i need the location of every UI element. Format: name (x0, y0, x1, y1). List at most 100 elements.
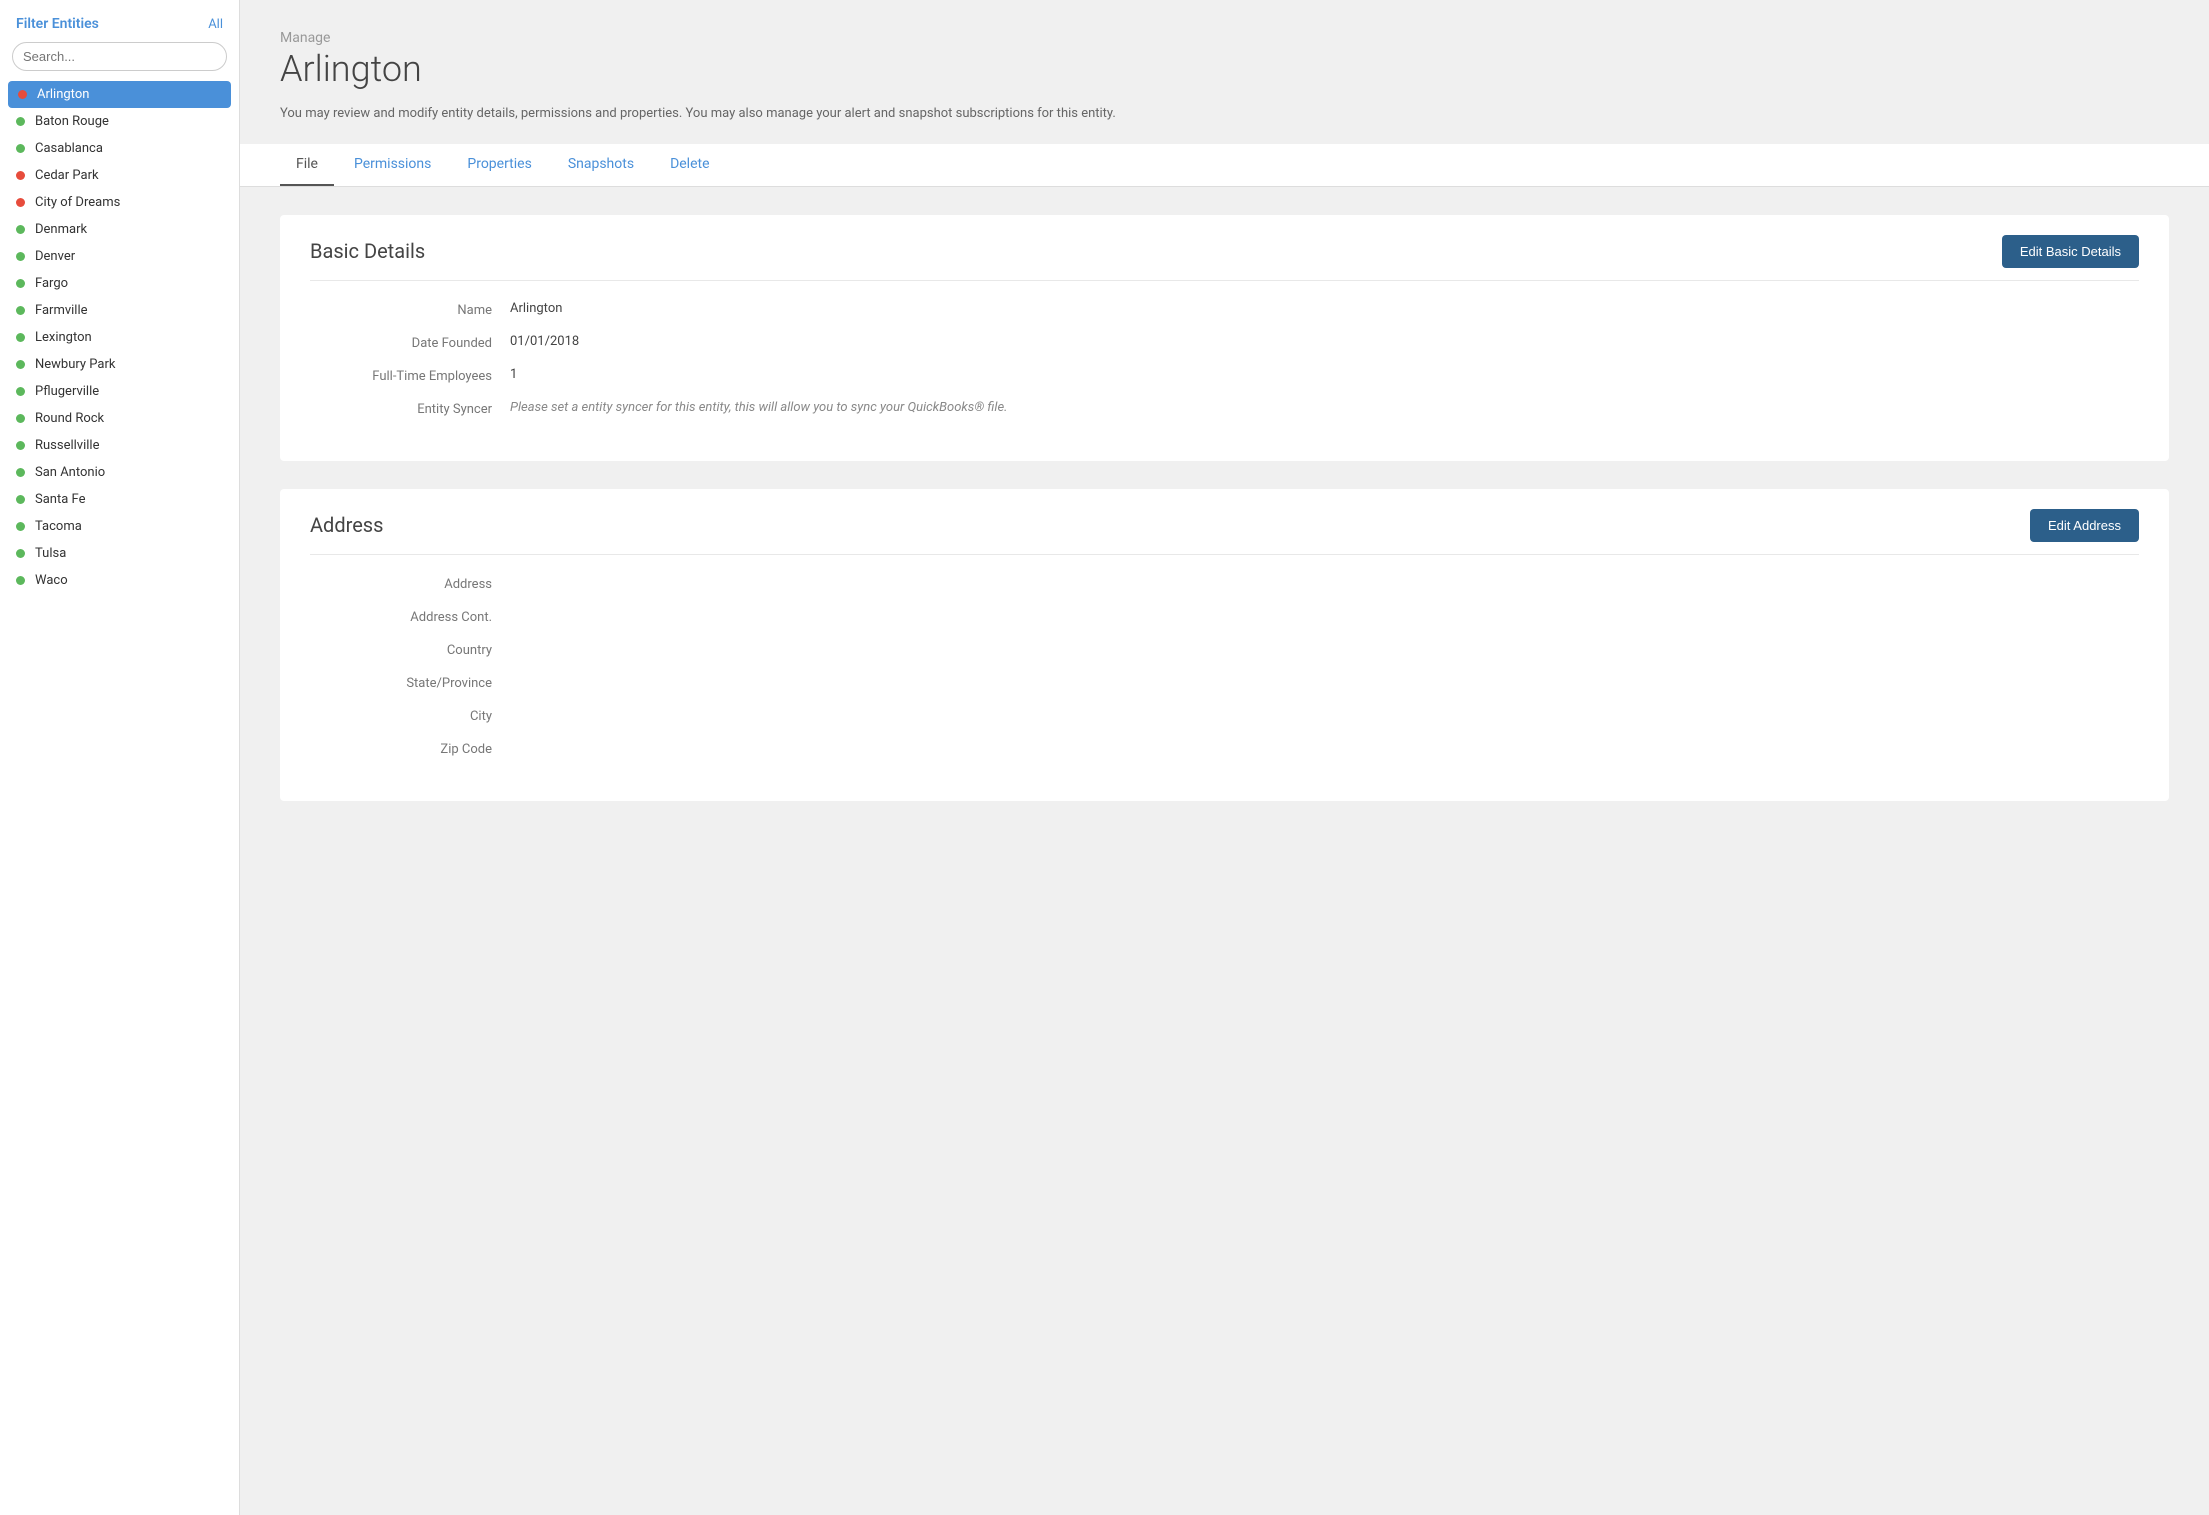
entity-dot (18, 90, 27, 99)
search-input[interactable] (12, 42, 227, 71)
sidebar-item-arlington[interactable]: Arlington (8, 81, 231, 108)
entity-dot (16, 117, 25, 126)
address-section: Address Edit Address Address Address Cont… (280, 489, 2169, 801)
entity-dot (16, 333, 25, 342)
entity-dot (16, 522, 25, 531)
sidebar-item-denmark[interactable]: Denmark (0, 216, 239, 243)
sidebar-item-tacoma[interactable]: Tacoma (0, 513, 239, 540)
sidebar-item-russellville[interactable]: Russellville (0, 432, 239, 459)
entity-name: Santa Fe (35, 492, 85, 507)
entity-name: Round Rock (35, 411, 104, 426)
page-subtitle: Manage (280, 30, 2169, 46)
field-row: Date Founded01/01/2018 (310, 334, 2139, 351)
field-value: Please set a entity syncer for this enti… (510, 400, 2139, 415)
main-content: Manage Arlington You may review and modi… (240, 0, 2209, 1515)
entity-dot (16, 441, 25, 450)
entity-dot (16, 279, 25, 288)
address-fields: Address Address Cont. Country State/Provinc… (310, 575, 2139, 757)
entity-name: Tulsa (35, 546, 66, 561)
all-entities-link[interactable]: All (208, 17, 223, 32)
field-row: Full-Time Employees1 (310, 367, 2139, 384)
field-label: Entity Syncer (310, 400, 510, 417)
sidebar: Filter Entities All Arlington Baton Rouge… (0, 0, 240, 1515)
address-field-label: State/Province (310, 674, 510, 691)
address-header: Address Edit Address (310, 509, 2139, 555)
sidebar-item-denver[interactable]: Denver (0, 243, 239, 270)
app-container: Filter Entities All Arlington Baton Rouge… (0, 0, 2209, 1515)
entity-name: Waco (35, 573, 68, 588)
entity-dot (16, 252, 25, 261)
field-label: Full-Time Employees (310, 367, 510, 384)
entity-name: Pflugerville (35, 384, 99, 399)
entity-list: Arlington Baton Rouge Casablanca Cedar Park… (0, 81, 239, 594)
address-field-row: Address Cont. (310, 608, 2139, 625)
entity-name: San Antonio (35, 465, 105, 480)
sidebar-item-san-antonio[interactable]: San Antonio (0, 459, 239, 486)
entity-dot (16, 225, 25, 234)
tab-properties[interactable]: Properties (451, 144, 547, 186)
field-value: 01/01/2018 (510, 334, 2139, 349)
address-title: Address (310, 513, 383, 537)
entity-name: Baton Rouge (35, 114, 109, 129)
entity-name: Arlington (37, 87, 89, 102)
sidebar-item-farmville[interactable]: Farmville (0, 297, 239, 324)
basic-details-fields: NameArlington Date Founded01/01/2018 Full-… (310, 301, 2139, 417)
entity-dot (16, 144, 25, 153)
entity-name: Tacoma (35, 519, 82, 534)
sidebar-item-round-rock[interactable]: Round Rock (0, 405, 239, 432)
edit-basic-details-button[interactable]: Edit Basic Details (2002, 235, 2139, 268)
address-field-label: City (310, 707, 510, 724)
address-field-label: Country (310, 641, 510, 658)
basic-details-section: Basic Details Edit Basic Details NameArl… (280, 215, 2169, 461)
entity-dot (16, 576, 25, 585)
filter-entities-label: Filter Entities (16, 16, 99, 32)
entity-dot (16, 495, 25, 504)
address-field-row: State/Province (310, 674, 2139, 691)
field-row: NameArlington (310, 301, 2139, 318)
field-label: Name (310, 301, 510, 318)
sidebar-item-fargo[interactable]: Fargo (0, 270, 239, 297)
address-field-row: Address (310, 575, 2139, 592)
sidebar-item-santa-fe[interactable]: Santa Fe (0, 486, 239, 513)
address-field-row: City (310, 707, 2139, 724)
entity-name: Lexington (35, 330, 92, 345)
tab-permissions[interactable]: Permissions (338, 144, 447, 186)
sidebar-item-newbury-park[interactable]: Newbury Park (0, 351, 239, 378)
entity-dot (16, 198, 25, 207)
sidebar-header: Filter Entities All (0, 16, 239, 42)
entity-name: Denmark (35, 222, 87, 237)
address-field-row: Country (310, 641, 2139, 658)
edit-address-button[interactable]: Edit Address (2030, 509, 2139, 542)
entity-dot (16, 306, 25, 315)
entity-name: Farmville (35, 303, 88, 318)
tab-delete[interactable]: Delete (654, 144, 725, 186)
entity-name: Denver (35, 249, 75, 264)
sidebar-search-container (0, 42, 239, 81)
sidebar-item-waco[interactable]: Waco (0, 567, 239, 594)
sidebar-item-cedar-park[interactable]: Cedar Park (0, 162, 239, 189)
sidebar-item-lexington[interactable]: Lexington (0, 324, 239, 351)
tabs-bar: FilePermissionsPropertiesSnapshotsDelete (240, 144, 2209, 187)
address-field-row: Zip Code (310, 740, 2139, 757)
tab-file[interactable]: File (280, 144, 334, 186)
field-value: 1 (510, 367, 2139, 382)
field-value: Arlington (510, 301, 2139, 316)
entity-dot (16, 171, 25, 180)
sidebar-item-pflugerville[interactable]: Pflugerville (0, 378, 239, 405)
address-field-label: Address (310, 575, 510, 592)
entity-dot (16, 468, 25, 477)
sidebar-item-casablanca[interactable]: Casablanca (0, 135, 239, 162)
entity-name: Newbury Park (35, 357, 116, 372)
sidebar-item-city-of-dreams[interactable]: City of Dreams (0, 189, 239, 216)
entity-name: Russellville (35, 438, 100, 453)
basic-details-header: Basic Details Edit Basic Details (310, 235, 2139, 281)
sidebar-item-baton-rouge[interactable]: Baton Rouge (0, 108, 239, 135)
sidebar-item-tulsa[interactable]: Tulsa (0, 540, 239, 567)
tab-snapshots[interactable]: Snapshots (552, 144, 650, 186)
entity-name: Casablanca (35, 141, 103, 156)
entity-dot (16, 387, 25, 396)
entity-dot (16, 549, 25, 558)
basic-details-title: Basic Details (310, 239, 425, 263)
address-field-label: Zip Code (310, 740, 510, 757)
page-title: Arlington (280, 48, 2169, 90)
